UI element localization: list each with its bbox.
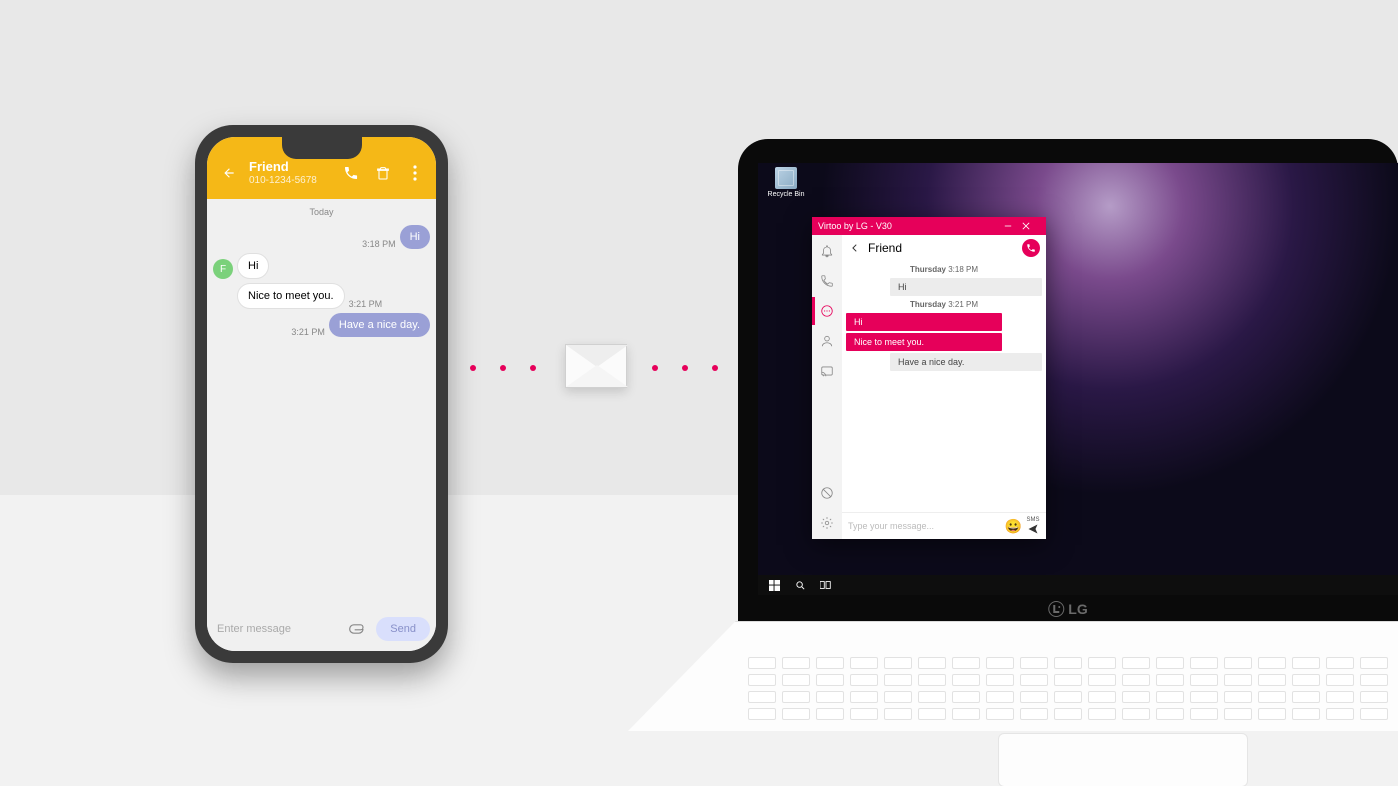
laptop-trackpad xyxy=(998,733,1248,786)
laptop-device: Recycle Bin Virtoo by LG - V30 xyxy=(628,139,1398,731)
arrow-left-icon xyxy=(222,166,236,180)
window-minimize-button[interactable] xyxy=(1004,222,1022,230)
laptop-screen: Recycle Bin Virtoo by LG - V30 xyxy=(758,163,1398,595)
phone-message-row: F Hi xyxy=(213,253,430,279)
phone-icon xyxy=(820,274,834,288)
chat-contact-name: Friend xyxy=(868,241,1016,255)
laptop-keyboard xyxy=(748,657,1398,723)
window-close-button[interactable] xyxy=(1022,222,1040,230)
start-button[interactable] xyxy=(768,579,780,591)
block-icon xyxy=(820,486,834,500)
bell-icon xyxy=(820,244,834,258)
phone-compose-bar: Enter message Send xyxy=(207,611,436,651)
chat-emoji-button[interactable]: 😀 xyxy=(1005,518,1022,535)
app-titlebar[interactable]: Virtoo by LG - V30 xyxy=(812,217,1046,235)
sidebar-mirror-button[interactable] xyxy=(817,361,837,381)
chat-message-received: Hi xyxy=(890,278,1042,296)
phone-attach-button[interactable] xyxy=(348,622,368,636)
chat-message-list: Thursday 3:18 PM Hi Thursday 3:21 PM Hi … xyxy=(842,261,1046,512)
message-timestamp: 3:21 PM xyxy=(291,327,325,337)
more-vertical-icon xyxy=(413,165,417,181)
taskbar-search-button[interactable] xyxy=(794,579,806,591)
message-icon xyxy=(820,304,834,318)
app-title-text: Virtoo by LG - V30 xyxy=(818,221,1004,231)
sync-dot xyxy=(530,365,536,371)
message-bubble-incoming: Nice to meet you. xyxy=(237,283,345,309)
contact-avatar: F xyxy=(213,259,233,279)
phone-call-button[interactable] xyxy=(342,164,360,182)
recycle-bin-icon xyxy=(775,167,797,189)
sidebar-messages-button[interactable] xyxy=(817,301,837,321)
envelope-icon xyxy=(565,344,627,388)
phone-more-button[interactable] xyxy=(406,164,424,182)
message-bubble-incoming: Hi xyxy=(237,253,269,279)
sidebar-calls-button[interactable] xyxy=(817,271,837,291)
phone-icon xyxy=(343,165,359,181)
desktop-wallpaper: Recycle Bin Virtoo by LG - V30 xyxy=(758,163,1398,595)
chat-send-button[interactable]: SMS xyxy=(1026,517,1040,535)
sidebar-active-indicator xyxy=(812,297,815,325)
gear-icon xyxy=(820,516,834,530)
phone-contact-number: 010-1234-5678 xyxy=(249,175,332,186)
search-icon xyxy=(795,580,806,591)
cast-icon xyxy=(820,364,834,378)
phone-contact-name: Friend xyxy=(249,160,332,174)
sidebar-settings-button[interactable] xyxy=(817,513,837,533)
chat-call-button[interactable] xyxy=(1022,239,1040,257)
phone-message-row: 3:18 PM Hi xyxy=(213,225,430,249)
close-icon xyxy=(1022,222,1030,230)
sidebar-dnd-button[interactable] xyxy=(817,483,837,503)
chat-header: Friend xyxy=(842,235,1046,261)
phone-date-separator: Today xyxy=(213,205,430,221)
virtoo-app-window: Virtoo by LG - V30 xyxy=(812,217,1046,539)
phone-icon xyxy=(1026,243,1036,253)
laptop-lid: Recycle Bin Virtoo by LG - V30 xyxy=(738,139,1398,621)
message-bubble-outgoing: Have a nice day. xyxy=(329,313,430,337)
send-icon xyxy=(1026,523,1040,535)
phone-send-button[interactable]: Send xyxy=(376,617,430,641)
chat-back-button[interactable] xyxy=(848,241,862,255)
trash-icon xyxy=(375,165,391,181)
chat-compose-bar: Type your message... 😀 SMS xyxy=(842,512,1046,539)
sidebar-notifications-button[interactable] xyxy=(817,241,837,261)
message-timestamp: 3:18 PM xyxy=(362,239,396,249)
phone-message-row: Nice to meet you. 3:21 PM xyxy=(213,283,430,309)
sync-dot xyxy=(500,365,506,371)
attachment-icon xyxy=(348,622,368,636)
chat-message-sent: Hi xyxy=(846,313,1002,331)
recycle-bin-shortcut[interactable]: Recycle Bin xyxy=(766,167,806,198)
person-icon xyxy=(820,334,834,348)
laptop-base xyxy=(628,621,1398,731)
phone-message-row: 3:21 PM Have a nice day. xyxy=(213,313,430,337)
message-timestamp: 3:21 PM xyxy=(349,299,383,309)
chat-message-input[interactable]: Type your message... xyxy=(848,521,1001,531)
chat-message-received: Have a nice day. xyxy=(890,353,1042,371)
sidebar-contacts-button[interactable] xyxy=(817,331,837,351)
lg-logo: LG xyxy=(1048,601,1087,617)
sync-dot xyxy=(470,365,476,371)
chevron-left-icon xyxy=(850,243,860,253)
windows-icon xyxy=(769,580,780,591)
app-sidebar xyxy=(812,235,842,539)
windows-taskbar xyxy=(758,575,1398,595)
phone-device: Friend 010-1234-5678 Today xyxy=(195,125,448,663)
phone-message-list: Today 3:18 PM Hi F Hi Nice to meet you. … xyxy=(207,199,436,611)
phone-notch xyxy=(282,137,362,159)
message-bubble-outgoing: Hi xyxy=(400,225,430,249)
phone-message-input[interactable]: Enter message xyxy=(217,623,340,635)
recycle-bin-label: Recycle Bin xyxy=(768,191,805,198)
app-chat-panel: Friend Thursday 3:18 PM Hi xyxy=(842,235,1046,539)
chat-message-sent: Nice to meet you. xyxy=(846,333,1002,351)
taskview-icon xyxy=(820,580,832,590)
phone-contact-block: Friend 010-1234-5678 xyxy=(249,160,332,185)
minimize-icon xyxy=(1004,222,1012,230)
chat-timestamp: Thursday 3:18 PM xyxy=(846,263,1042,276)
phone-delete-button[interactable] xyxy=(374,164,392,182)
taskbar-taskview-button[interactable] xyxy=(820,579,832,591)
phone-back-button[interactable] xyxy=(219,163,239,183)
chat-timestamp: Thursday 3:21 PM xyxy=(846,298,1042,311)
phone-screen: Friend 010-1234-5678 Today xyxy=(207,137,436,651)
